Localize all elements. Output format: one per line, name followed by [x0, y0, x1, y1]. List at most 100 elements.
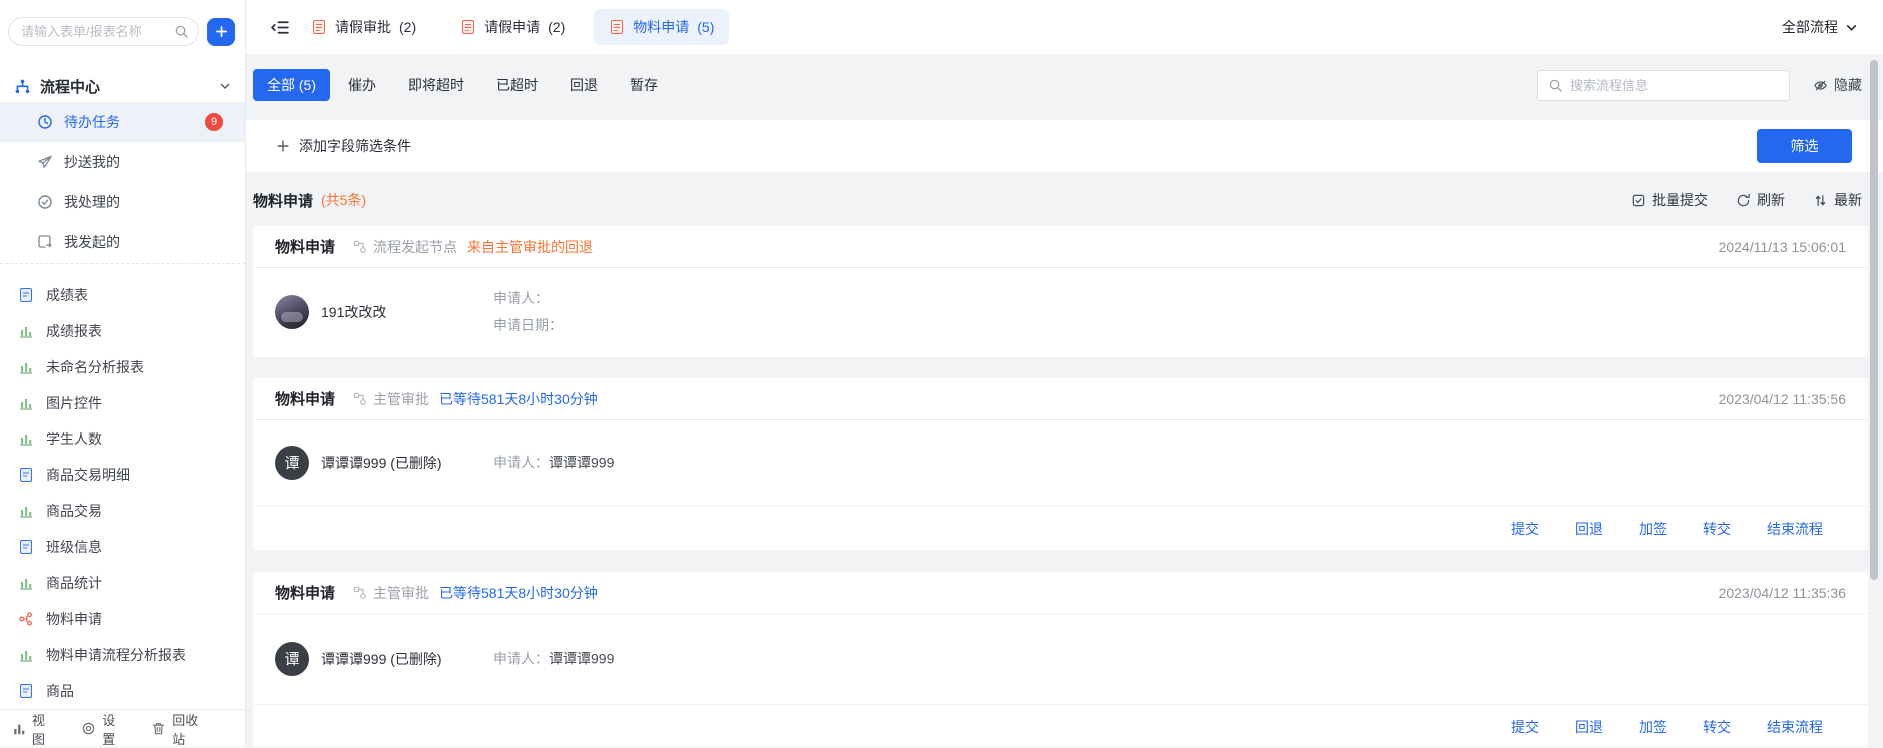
- search-icon: [1548, 78, 1563, 93]
- sidebar-item-label: 班级信息: [46, 537, 102, 557]
- collapse-menu-icon[interactable]: [270, 19, 290, 36]
- view-chart-icon: [12, 722, 26, 736]
- recycle-bin-button[interactable]: 回收站: [151, 710, 205, 748]
- flow-node-icon: [353, 392, 367, 406]
- filter-pill-urge[interactable]: 催办: [348, 69, 376, 101]
- sidebar-item-form[interactable]: 商品交易明细: [0, 457, 245, 493]
- flow-node-icon: [353, 586, 367, 600]
- sidebar-item-report[interactable]: 学生人数: [0, 421, 245, 457]
- add-field-filter-button[interactable]: 添加字段筛选条件: [276, 136, 411, 156]
- tab-count: (2): [548, 19, 565, 35]
- add-sign-action[interactable]: 加签: [1639, 519, 1667, 539]
- form-doc-icon: [18, 287, 34, 303]
- sidebar-item-label: 我处理的: [64, 192, 120, 212]
- add-sign-action[interactable]: 加签: [1639, 717, 1667, 737]
- scrollbar-thumb[interactable]: [1870, 60, 1878, 580]
- sidebar-item-report[interactable]: 物料申请流程分析报表: [0, 637, 245, 673]
- process-search-input[interactable]: [1570, 78, 1779, 93]
- sidebar-item-label: 商品交易: [46, 501, 102, 521]
- card-timestamp: 2023/04/12 11:35:56: [1719, 391, 1846, 407]
- sort-arrows-icon: [1813, 193, 1828, 208]
- process-card[interactable]: 物料申请 主管审批 已等待581天8小时30分钟 2023/04/12 11:3…: [253, 378, 1868, 550]
- top-tab-bar: 请假审批 (2) 请假申请 (2) 物料申请 (5) 全部流程: [246, 0, 1883, 55]
- sidebar-item-started-by-me[interactable]: 我发起的: [0, 222, 245, 262]
- sidebar-item-label: 图片控件: [46, 393, 102, 413]
- card-field: 申请日期：: [493, 312, 563, 339]
- transfer-action[interactable]: 转交: [1703, 717, 1731, 737]
- sidebar-item-label: 商品: [46, 681, 74, 701]
- filter-button[interactable]: 筛选: [1757, 129, 1852, 163]
- submit-action[interactable]: 提交: [1511, 519, 1539, 539]
- card-status: 来自主管审批的回退: [467, 237, 593, 257]
- sidebar-item-form[interactable]: 班级信息: [0, 529, 245, 565]
- views-button[interactable]: 视图: [12, 710, 53, 748]
- bar-chart-icon: [18, 503, 34, 519]
- flow-node-icon: [353, 240, 367, 254]
- sidebar-item-report[interactable]: 成绩报表: [0, 313, 245, 349]
- sidebar-item-label: 我发起的: [64, 232, 120, 252]
- sidebar-item-handled-by-me[interactable]: 我处理的: [0, 182, 245, 222]
- return-action[interactable]: 回退: [1575, 519, 1603, 539]
- sidebar-item-report[interactable]: 图片控件: [0, 385, 245, 421]
- filter-pill-all[interactable]: 全部 (5): [253, 69, 330, 101]
- paper-plane-icon: [37, 154, 53, 170]
- footer-item-label: 回收站: [172, 710, 205, 748]
- process-card[interactable]: 物料申请 流程发起节点 来自主管审批的回退 2024/11/13 15:06:0…: [253, 226, 1868, 357]
- eye-slash-icon: [1813, 78, 1828, 93]
- sidebar-item-form[interactable]: 成绩表: [0, 277, 245, 313]
- sidebar-footer: 视图 设置 回收站: [0, 709, 245, 747]
- flow-scope-dropdown[interactable]: 全部流程: [1782, 17, 1858, 37]
- avatar: [275, 295, 309, 329]
- sidebar-item-form[interactable]: 商品: [0, 673, 245, 709]
- settings-button[interactable]: 设置: [81, 710, 123, 748]
- sidebar-item-report[interactable]: 未命名分析报表: [0, 349, 245, 385]
- hide-toggle[interactable]: 隐藏: [1813, 75, 1862, 95]
- filter-pill-about-to-timeout[interactable]: 即将超时: [408, 69, 464, 101]
- tab-count: (2): [399, 19, 416, 35]
- tab-count: (5): [697, 19, 714, 35]
- return-action[interactable]: 回退: [1575, 717, 1603, 737]
- sidebar-section-process-center[interactable]: 流程中心: [0, 68, 245, 104]
- filter-pill-returned[interactable]: 回退: [570, 69, 598, 101]
- card-title: 物料申请: [275, 388, 335, 409]
- process-card[interactable]: 物料申请 主管审批 已等待581天8小时30分钟 2023/04/12 11:3…: [253, 572, 1868, 747]
- card-node-name: 流程发起节点: [373, 237, 457, 257]
- sidebar-item-cc-to-me[interactable]: 抄送我的: [0, 142, 245, 182]
- sidebar-item-todo-tasks[interactable]: 待办任务 9: [0, 102, 245, 142]
- tab-leave-approval[interactable]: 请假审批 (2): [296, 9, 431, 45]
- card-body: 谭 谭谭谭999 (已删除) 申请人：谭谭谭999: [253, 420, 1868, 505]
- sidebar-search-input[interactable]: [8, 17, 199, 46]
- form-doc-icon: [18, 539, 34, 555]
- refresh-button[interactable]: 刷新: [1736, 190, 1785, 210]
- sidebar-item-label: 商品统计: [46, 573, 102, 593]
- field-value: 谭谭谭999: [549, 454, 614, 470]
- list-count: (共5条): [321, 190, 366, 210]
- sidebar-item-report[interactable]: 商品交易: [0, 493, 245, 529]
- sidebar-item-report[interactable]: 商品统计: [0, 565, 245, 601]
- bar-chart-icon: [18, 647, 34, 663]
- tab-leave-request[interactable]: 请假申请 (2): [445, 9, 580, 45]
- submit-action[interactable]: 提交: [1511, 717, 1539, 737]
- main-area: 请假审批 (2) 请假申请 (2) 物料申请 (5) 全部流程 全部 (5) 催…: [246, 0, 1883, 747]
- sidebar-item-label: 抄送我的: [64, 152, 120, 172]
- footer-item-label: 设置: [102, 710, 123, 748]
- sidebar-section-label: 流程中心: [40, 76, 210, 97]
- end-process-action[interactable]: 结束流程: [1767, 519, 1823, 539]
- tab-label: 物料申请: [633, 17, 689, 37]
- filter-pill-draft[interactable]: 暂存: [630, 69, 658, 101]
- add-form-button[interactable]: [207, 18, 235, 46]
- tab-material-request[interactable]: 物料申请 (5): [594, 9, 729, 45]
- sort-latest-button[interactable]: 最新: [1813, 190, 1862, 210]
- avatar: 谭: [275, 642, 309, 676]
- filter-pill-timed-out[interactable]: 已超时: [496, 69, 538, 101]
- batch-submit-button[interactable]: 批量提交: [1631, 190, 1708, 210]
- sidebar-item-flow-form[interactable]: 物料申请: [0, 601, 245, 637]
- check-circle-icon: [37, 194, 53, 210]
- card-header: 物料申请 主管审批 已等待581天8小时30分钟 2023/04/12 11:3…: [253, 378, 1868, 420]
- card-body: 191改改改 申请人： 申请日期：: [253, 268, 1868, 356]
- transfer-action[interactable]: 转交: [1703, 519, 1731, 539]
- field-value: 谭谭谭999: [549, 650, 614, 666]
- end-process-action[interactable]: 结束流程: [1767, 717, 1823, 737]
- card-user-name: 191改改改: [321, 302, 386, 322]
- chevron-down-icon[interactable]: [219, 80, 231, 92]
